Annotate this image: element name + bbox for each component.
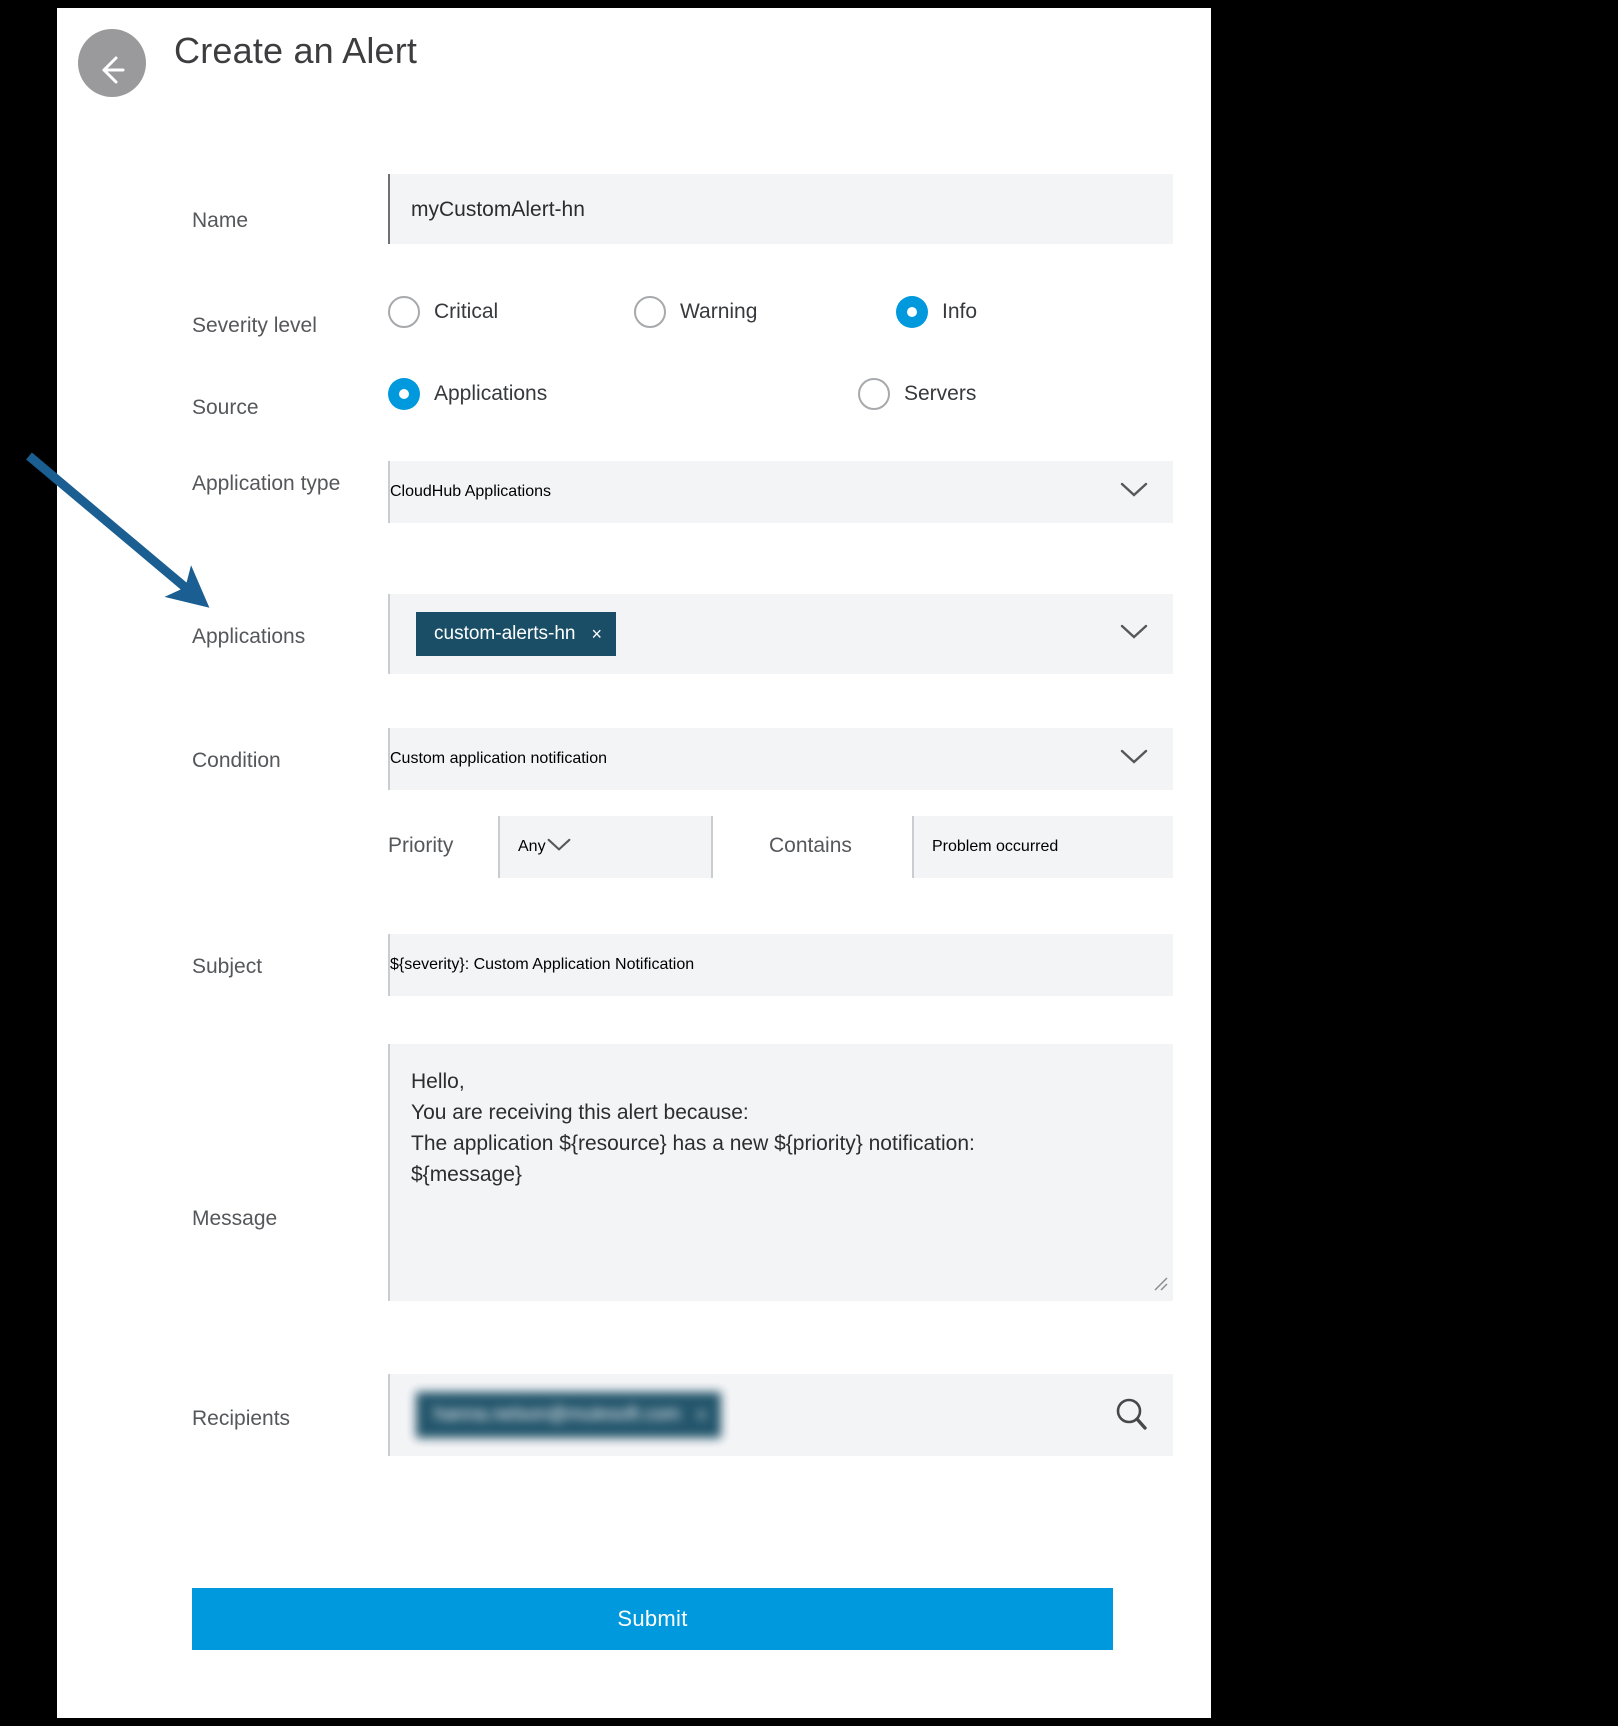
name-input[interactable]: myCustomAlert-hn (388, 174, 1173, 244)
applications-chip-label: custom-alerts-hn (434, 623, 576, 644)
recipients-label: Recipients (192, 1407, 291, 1430)
page-header: Create an Alert (57, 8, 1211, 116)
source-option-applications-label: Applications (434, 382, 548, 405)
recipients-chip[interactable]: hanna.nelson@mulesoft.com × (416, 1392, 721, 1438)
severity-option-critical-label: Critical (434, 300, 499, 323)
application-type-select[interactable]: CloudHub Applications (388, 461, 1173, 523)
contains-label: Contains (769, 834, 852, 857)
source-option-applications[interactable]: Applications (388, 378, 547, 410)
subject-value: ${severity}: Custom Application Notifica… (390, 956, 695, 973)
condition-value: Custom application notification (390, 750, 608, 767)
chevron-down-icon (546, 837, 572, 858)
chevron-down-icon (1119, 748, 1149, 771)
source-radio-group: Applications Servers (388, 378, 1173, 438)
severity-option-critical[interactable]: Critical (388, 296, 498, 328)
severity-option-warning-label: Warning (680, 300, 758, 323)
severity-option-info[interactable]: Info (896, 296, 977, 328)
severity-label: Severity level (192, 314, 317, 337)
applications-multiselect[interactable]: custom-alerts-hn × (388, 594, 1173, 674)
severity-radio-group: Critical Warning Info (388, 296, 1173, 356)
contains-value: Problem occurred (932, 838, 1059, 855)
submit-button[interactable]: Submit (192, 1588, 1113, 1650)
search-icon[interactable] (1113, 1396, 1151, 1434)
chevron-down-icon (1119, 481, 1149, 504)
name-label: Name (192, 209, 249, 232)
message-textarea[interactable]: Hello, You are receiving this alert beca… (388, 1044, 1173, 1301)
applications-chip[interactable]: custom-alerts-hn × (416, 612, 617, 656)
recipients-chip-label: hanna.nelson@mulesoft.com (434, 1404, 681, 1425)
condition-label: Condition (192, 749, 281, 772)
close-icon[interactable]: × (696, 1405, 707, 1426)
radio-icon-servers[interactable] (858, 378, 890, 410)
source-option-servers-label: Servers (904, 382, 977, 405)
priority-label: Priority (388, 834, 454, 857)
contains-input[interactable]: Problem occurred (912, 816, 1173, 878)
name-value: myCustomAlert-hn (411, 197, 585, 221)
radio-icon-info[interactable] (896, 296, 928, 328)
page-title: Create an Alert (174, 30, 418, 71)
subject-input[interactable]: ${severity}: Custom Application Notifica… (388, 934, 1173, 996)
severity-option-warning[interactable]: Warning (634, 296, 757, 328)
back-button[interactable] (78, 29, 146, 97)
radio-icon-critical[interactable] (388, 296, 420, 328)
radio-icon-applications[interactable] (388, 378, 420, 410)
close-icon[interactable]: × (592, 625, 603, 643)
application-type-label: Application type (192, 472, 341, 495)
severity-option-info-label: Info (942, 300, 978, 323)
recipients-multiselect[interactable]: hanna.nelson@mulesoft.com × (388, 1374, 1173, 1456)
form-row-priority-contains: Priority Any Contains Problem occurred (57, 816, 1211, 878)
arrow-left-icon (78, 50, 146, 90)
radio-icon-warning[interactable] (634, 296, 666, 328)
chevron-down-icon (1119, 623, 1149, 646)
priority-value: Any (518, 838, 546, 855)
create-alert-page: Create an Alert Name myCustomAlert-hn Se… (57, 8, 1211, 1718)
source-option-servers[interactable]: Servers (858, 378, 976, 410)
priority-select[interactable]: Any (498, 816, 713, 878)
applications-label: Applications (192, 625, 306, 648)
subject-label: Subject (192, 955, 263, 978)
source-label: Source (192, 396, 259, 419)
application-type-value: CloudHub Applications (390, 483, 551, 500)
message-label: Message (192, 1207, 278, 1230)
condition-select[interactable]: Custom application notification (388, 728, 1173, 790)
